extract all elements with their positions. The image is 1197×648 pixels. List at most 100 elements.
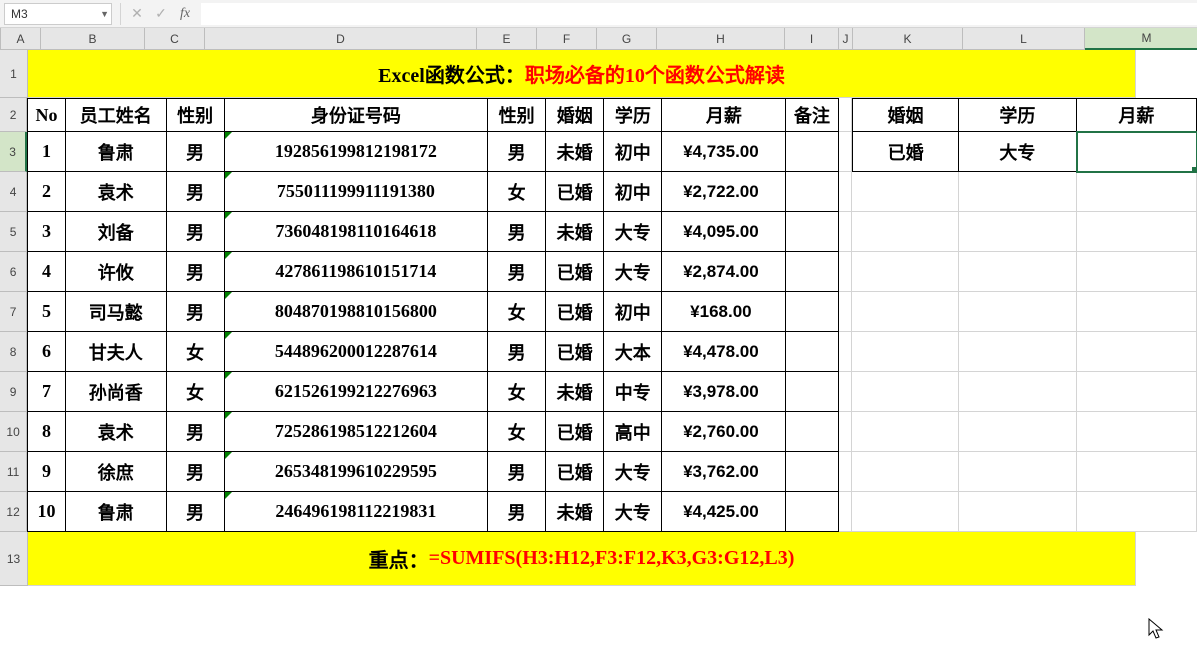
col-header-D[interactable]: D bbox=[205, 28, 477, 50]
cell-marriage[interactable]: 未婚 bbox=[546, 132, 604, 172]
cell-salary[interactable]: ¥2,722.00 bbox=[662, 172, 786, 212]
row-header[interactable]: 12 bbox=[0, 492, 27, 532]
col-header-I[interactable]: I bbox=[785, 28, 839, 50]
row-header[interactable]: 11 bbox=[0, 452, 27, 492]
cell-name[interactable]: 司马懿 bbox=[66, 292, 167, 332]
gap-cell[interactable] bbox=[839, 332, 853, 372]
gap-cell[interactable] bbox=[839, 172, 853, 212]
row-header[interactable]: 4 bbox=[0, 172, 27, 212]
cell-name[interactable]: 徐庶 bbox=[66, 452, 167, 492]
cell-no[interactable]: 8 bbox=[27, 412, 66, 452]
cell-remark[interactable] bbox=[786, 332, 838, 372]
cell-gender2[interactable]: 男 bbox=[488, 452, 546, 492]
gap-cell[interactable] bbox=[839, 452, 853, 492]
empty-cell[interactable] bbox=[852, 492, 959, 532]
cell-education[interactable]: 初中 bbox=[604, 292, 662, 332]
cell-no[interactable]: 1 bbox=[27, 132, 66, 172]
hdr-no[interactable]: No bbox=[27, 98, 66, 132]
cell-remark[interactable] bbox=[786, 492, 838, 532]
hdr-salary[interactable]: 月薪 bbox=[662, 98, 786, 132]
col-header-K[interactable]: K bbox=[853, 28, 963, 50]
empty-cell[interactable] bbox=[1077, 212, 1197, 252]
cell-marriage[interactable]: 未婚 bbox=[546, 212, 604, 252]
empty-cell[interactable] bbox=[959, 212, 1077, 252]
cell-remark[interactable] bbox=[786, 292, 838, 332]
hdr-marriage[interactable]: 婚姻 bbox=[546, 98, 604, 132]
cell-gender1[interactable]: 男 bbox=[167, 132, 225, 172]
cell-name[interactable]: 许攸 bbox=[66, 252, 167, 292]
fx-icon[interactable]: fx bbox=[173, 3, 197, 25]
cell-name[interactable]: 鲁肃 bbox=[66, 492, 167, 532]
cell-salary[interactable]: ¥3,978.00 bbox=[662, 372, 786, 412]
cell-name[interactable]: 刘备 bbox=[66, 212, 167, 252]
empty-cell[interactable] bbox=[1077, 172, 1197, 212]
cell-salary[interactable]: ¥4,735.00 bbox=[662, 132, 786, 172]
cell-no[interactable]: 4 bbox=[27, 252, 66, 292]
cell-marriage[interactable]: 已婚 bbox=[546, 172, 604, 212]
confirm-icon[interactable]: ✓ bbox=[149, 3, 173, 25]
empty-cell[interactable] bbox=[959, 292, 1077, 332]
hdr-idcard[interactable]: 身份证号码 bbox=[225, 98, 488, 132]
empty-cell[interactable] bbox=[959, 412, 1077, 452]
side-hdr-salary[interactable]: 月薪 bbox=[1077, 98, 1197, 132]
hdr-remark[interactable]: 备注 bbox=[786, 98, 838, 132]
formula-input[interactable] bbox=[201, 3, 1197, 25]
cell-salary[interactable]: ¥2,760.00 bbox=[662, 412, 786, 452]
cell-name[interactable]: 甘夫人 bbox=[66, 332, 167, 372]
row-header[interactable]: 3 bbox=[0, 132, 27, 172]
cell-no[interactable]: 7 bbox=[27, 372, 66, 412]
cell-marriage[interactable]: 已婚 bbox=[546, 252, 604, 292]
cell-education[interactable]: 大专 bbox=[604, 452, 662, 492]
empty-cell[interactable] bbox=[959, 372, 1077, 412]
row-header[interactable]: 9 bbox=[0, 372, 27, 412]
empty-cell[interactable] bbox=[852, 172, 959, 212]
cell-salary[interactable]: ¥4,425.00 bbox=[662, 492, 786, 532]
cell-gender1[interactable]: 男 bbox=[167, 172, 225, 212]
cell-gender1[interactable]: 男 bbox=[167, 452, 225, 492]
col-header-E[interactable]: E bbox=[477, 28, 537, 50]
cell-salary[interactable]: ¥4,478.00 bbox=[662, 332, 786, 372]
col-header-J[interactable]: J bbox=[839, 28, 853, 50]
cell-gender2[interactable]: 女 bbox=[488, 412, 546, 452]
cell-gender1[interactable]: 女 bbox=[167, 332, 225, 372]
title-cell[interactable]: Excel函数公式： 职场必备的10个函数公式解读 bbox=[28, 50, 1136, 98]
cell-education[interactable]: 初中 bbox=[604, 132, 662, 172]
cell-name[interactable]: 袁术 bbox=[66, 412, 167, 452]
cell-education[interactable]: 高中 bbox=[604, 412, 662, 452]
empty-cell[interactable] bbox=[852, 452, 959, 492]
empty-cell[interactable] bbox=[852, 252, 959, 292]
gap-cell[interactable] bbox=[839, 492, 853, 532]
cell-gender2[interactable]: 男 bbox=[488, 132, 546, 172]
cell-gender2[interactable]: 男 bbox=[488, 332, 546, 372]
empty-cell[interactable] bbox=[1077, 452, 1197, 492]
empty-cell[interactable] bbox=[959, 332, 1077, 372]
side-val-marriage[interactable]: 已婚 bbox=[852, 132, 959, 172]
row-header[interactable]: 7 bbox=[0, 292, 27, 332]
cell-gender1[interactable]: 男 bbox=[167, 292, 225, 332]
cell-gender1[interactable]: 女 bbox=[167, 372, 225, 412]
empty-cell[interactable] bbox=[852, 372, 959, 412]
cell-id[interactable]: 544896200012287614 bbox=[225, 332, 488, 372]
col-header-M[interactable]: M bbox=[1085, 28, 1197, 50]
gap-cell[interactable] bbox=[839, 212, 853, 252]
cell-id[interactable]: 265348199610229595 bbox=[225, 452, 488, 492]
row-header[interactable]: 8 bbox=[0, 332, 27, 372]
cell-name[interactable]: 鲁肃 bbox=[66, 132, 167, 172]
hdr-name[interactable]: 员工姓名 bbox=[66, 98, 167, 132]
cell-no[interactable]: 10 bbox=[27, 492, 66, 532]
col-header-A[interactable]: A bbox=[1, 28, 41, 50]
cell-remark[interactable] bbox=[786, 372, 838, 412]
empty-cell[interactable] bbox=[1077, 332, 1197, 372]
cell-id[interactable]: 755011199911191380 bbox=[225, 172, 488, 212]
col-header-G[interactable]: G bbox=[597, 28, 657, 50]
side-hdr-marriage[interactable]: 婚姻 bbox=[852, 98, 959, 132]
cell-gender1[interactable]: 男 bbox=[167, 492, 225, 532]
empty-cell[interactable] bbox=[1077, 252, 1197, 292]
cancel-icon[interactable]: ✕ bbox=[125, 3, 149, 25]
cell-remark[interactable] bbox=[786, 212, 838, 252]
cell-gender2[interactable]: 男 bbox=[488, 252, 546, 292]
select-all-corner[interactable] bbox=[0, 28, 1, 50]
footer-cell[interactable]: 重点： =SUMIFS(H3:H12,F3:F12,K3,G3:G12,L3) bbox=[28, 532, 1136, 586]
cell-marriage[interactable]: 未婚 bbox=[546, 492, 604, 532]
cell-marriage[interactable]: 已婚 bbox=[546, 292, 604, 332]
